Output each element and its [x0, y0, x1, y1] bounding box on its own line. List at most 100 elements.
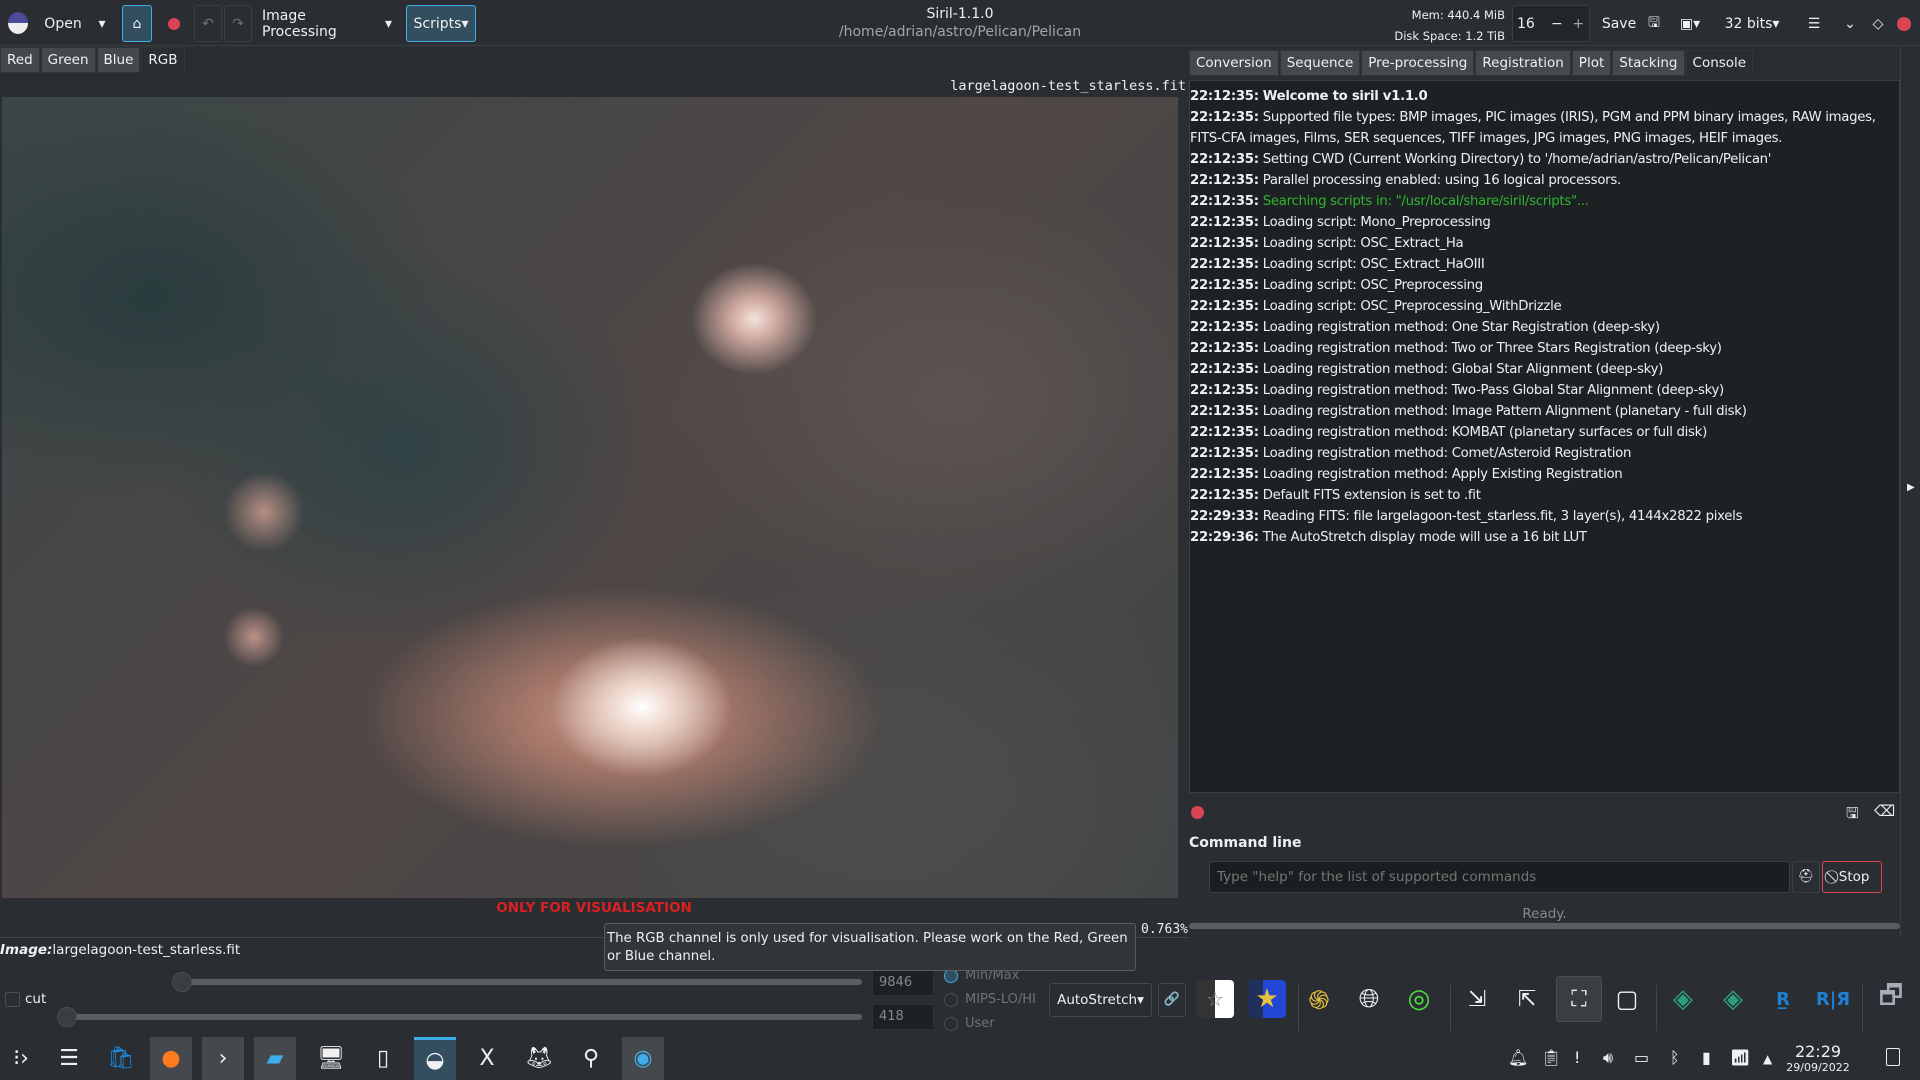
- lifebuoy-icon: ⛑: [1797, 869, 1815, 884]
- command-input[interactable]: [1209, 861, 1790, 893]
- link-button[interactable]: 🔗: [1158, 983, 1186, 1017]
- zoom-100-button[interactable]: ▢: [1608, 980, 1646, 1018]
- low-slider-handle[interactable]: [57, 1007, 77, 1027]
- image-filename: largelagoon-test_starless.fit: [950, 78, 1186, 94]
- show-desktop-button[interactable]: [1886, 1048, 1900, 1066]
- tab-rgb[interactable]: RGB: [141, 47, 185, 73]
- high-slider-handle[interactable]: [172, 972, 192, 992]
- stretch-dropdown[interactable]: AutoStretch ▾: [1049, 983, 1152, 1017]
- maximize-button[interactable]: ◇: [1866, 5, 1890, 42]
- bit-depth-dropdown[interactable]: 32 bits ▾: [1722, 5, 1782, 42]
- memory-usage: Mem: 440.4 MiB: [1411, 8, 1505, 22]
- image-canvas[interactable]: [2, 97, 1178, 898]
- console-line: 22:12:35: Loading registration method: I…: [1190, 401, 1890, 422]
- tab-preprocessing[interactable]: Pre-processing: [1361, 50, 1475, 76]
- radio-user[interactable]: User: [944, 1016, 995, 1031]
- stop-button[interactable]: ⃠ Stop: [1822, 861, 1882, 893]
- wifi-icon[interactable]: 📶︎: [1730, 1048, 1750, 1067]
- clear-error-button[interactable]: [1191, 806, 1204, 819]
- bluetooth-icon[interactable]: ᛒ: [1670, 1048, 1680, 1067]
- panel-collapse-handle[interactable]: ▶: [1900, 46, 1920, 936]
- stop-processing-button[interactable]: [160, 5, 188, 42]
- annotate-button[interactable]: ◎: [1400, 980, 1438, 1018]
- main-menu-button[interactable]: ☰: [1800, 5, 1828, 42]
- plus-icon[interactable]: +: [1568, 16, 1589, 32]
- kde-connect-icon[interactable]: ◉: [622, 1037, 664, 1080]
- high-slider-track[interactable]: [182, 979, 862, 985]
- log-message: Loading script: OSC_Extract_HaOIII: [1262, 257, 1485, 272]
- high-value-input[interactable]: 9846: [872, 970, 934, 996]
- clipboard-icon[interactable]: 📋︎: [1541, 1048, 1561, 1067]
- log-message: Loading script: OSC_Extract_Ha: [1262, 236, 1464, 251]
- zoom-fit-button[interactable]: ⛶: [1556, 976, 1602, 1022]
- clear-log-button[interactable]: ⌫: [1874, 802, 1895, 820]
- zoom-in-button[interactable]: ⇱: [1508, 980, 1546, 1018]
- threads-spinner[interactable]: 16 − +: [1512, 5, 1590, 42]
- negative-view-button[interactable]: ☆: [1196, 980, 1234, 1018]
- firefox-icon[interactable]: ●: [150, 1037, 192, 1080]
- task-manager-icon[interactable]: ☰: [48, 1037, 90, 1080]
- mirror-y-button[interactable]: R|Я: [1814, 980, 1852, 1018]
- astrometry-button[interactable]: 🌐︎: [1350, 980, 1388, 1018]
- xournal-icon[interactable]: X: [466, 1037, 508, 1080]
- siril-logo-icon[interactable]: [8, 12, 28, 34]
- photometric-calibration-button[interactable]: ֍: [1300, 980, 1338, 1018]
- redo-button[interactable]: ↷: [224, 5, 252, 42]
- clock-time[interactable]: 22:29: [1786, 1042, 1850, 1061]
- volume-icon[interactable]: 🔊︎: [1603, 1048, 1613, 1068]
- tab-registration[interactable]: Registration: [1475, 50, 1571, 76]
- tray-expand-icon[interactable]: ▲: [1763, 1052, 1772, 1066]
- tab-sequence[interactable]: Sequence: [1279, 50, 1361, 76]
- app-launcher-icon[interactable]: ⁝›: [0, 1037, 42, 1080]
- snapshot-button[interactable]: ▣▾: [1672, 5, 1708, 42]
- false-color-button[interactable]: ★: [1248, 980, 1286, 1018]
- file-manager-icon[interactable]: ▰: [254, 1037, 296, 1080]
- low-slider-track[interactable]: [65, 1014, 862, 1020]
- inkscape-icon[interactable]: ▯: [362, 1037, 404, 1080]
- chevron-down-icon: ▾: [380, 15, 392, 32]
- usb-icon[interactable]: ▮: [1702, 1048, 1711, 1067]
- command-help-button[interactable]: ⛑: [1792, 861, 1820, 893]
- minus-icon[interactable]: −: [1546, 16, 1567, 32]
- minimize-button[interactable]: ⌄: [1838, 5, 1862, 42]
- tab-green[interactable]: Green: [40, 47, 96, 73]
- image-processing-menu[interactable]: Image Processing ▾: [262, 5, 392, 42]
- terminal-icon[interactable]: ›: [202, 1037, 244, 1080]
- network-app-icon[interactable]: 🖥︎: [310, 1037, 352, 1080]
- telescope-icon[interactable]: ⚲: [570, 1037, 612, 1080]
- tab-conversion[interactable]: Conversion: [1189, 50, 1279, 76]
- discover-icon[interactable]: 🛍︎: [100, 1037, 142, 1080]
- home-icon: ⌂: [132, 15, 142, 32]
- close-button[interactable]: [1892, 5, 1916, 42]
- log-timestamp: 22:29:36:: [1190, 530, 1259, 545]
- console-line: 22:12:35: Loading script: OSC_Extract_Ha: [1190, 233, 1890, 254]
- alert-icon[interactable]: !: [1574, 1048, 1580, 1067]
- cut-checkbox[interactable]: [5, 992, 20, 1007]
- tab-console[interactable]: Console: [1685, 50, 1754, 76]
- tab-stacking[interactable]: Stacking: [1612, 50, 1685, 76]
- scripts-menu[interactable]: Scripts ▾: [406, 5, 476, 42]
- open-recent-dropdown[interactable]: ▾: [90, 5, 114, 42]
- mirror-x-button[interactable]: R̲: [1764, 980, 1802, 1018]
- window-path: /home/adrian/astro/Pelican/Pelican: [838, 24, 1082, 40]
- zoom-out-button[interactable]: ⇲: [1458, 980, 1496, 1018]
- battery-icon[interactable]: ▭: [1634, 1048, 1649, 1067]
- siril-task-icon[interactable]: ◒: [414, 1037, 456, 1080]
- open-button[interactable]: Open: [38, 5, 88, 42]
- save-log-button[interactable]: 🖫: [1846, 803, 1859, 828]
- notification-icon[interactable]: 🔔︎: [1508, 1048, 1528, 1067]
- rotate-right-button[interactable]: ◈: [1714, 980, 1752, 1018]
- tab-blue[interactable]: Blue: [96, 47, 141, 73]
- tab-plot[interactable]: Plot: [1571, 50, 1612, 76]
- undo-button[interactable]: ↶: [194, 5, 222, 42]
- gimp-icon[interactable]: 🦊︎: [518, 1037, 560, 1080]
- low-value-input[interactable]: 418: [872, 1004, 934, 1030]
- image-stack-button[interactable]: 🗗: [1872, 980, 1910, 1018]
- save-button[interactable]: Save: [1598, 5, 1640, 42]
- home-button[interactable]: ⌂: [122, 5, 152, 42]
- save-as-button[interactable]: 🖫: [1642, 5, 1666, 42]
- clock-date[interactable]: 29/09/2022: [1786, 1061, 1850, 1074]
- radio-mips[interactable]: MIPS-LO/HI: [944, 992, 1036, 1007]
- tab-red[interactable]: Red: [0, 47, 40, 73]
- rotate-left-button[interactable]: ◈: [1664, 980, 1702, 1018]
